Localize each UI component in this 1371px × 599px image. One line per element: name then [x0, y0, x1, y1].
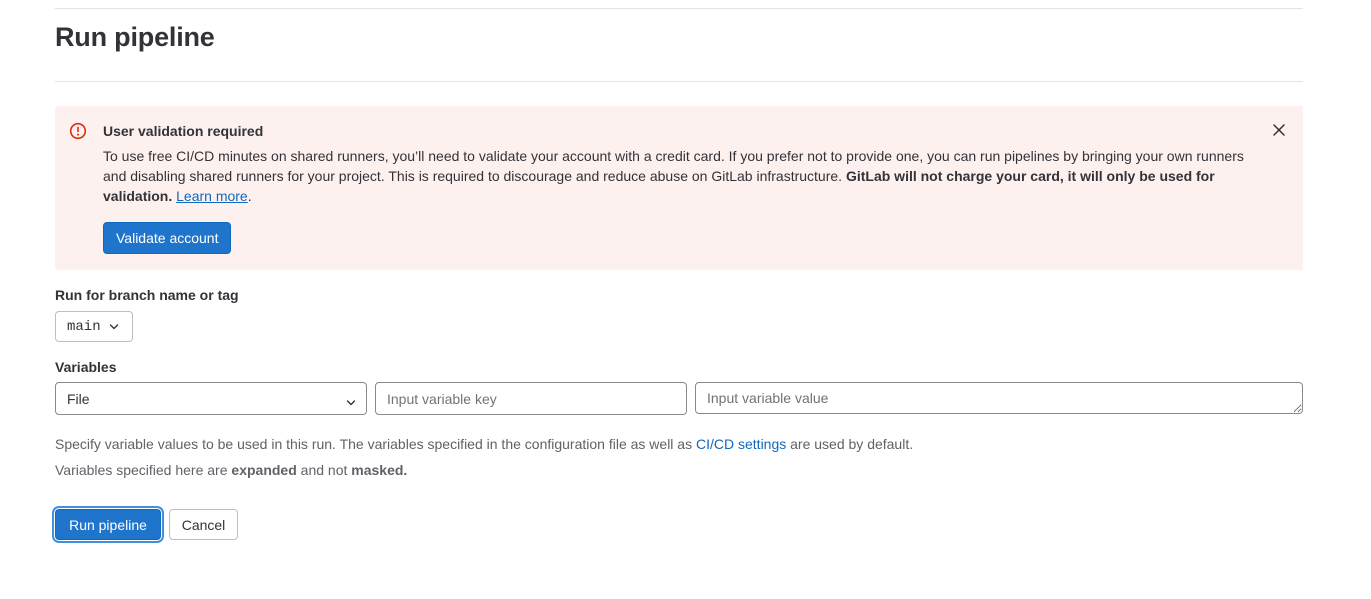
help-line1-trailing: are used by default.	[786, 436, 914, 452]
cancel-button[interactable]: Cancel	[169, 509, 238, 540]
ci-cd-settings-link[interactable]: CI/CD settings	[696, 436, 786, 452]
variables-help-line2: Variables specified here are expanded an…	[55, 462, 407, 478]
variables-help-line1: Specify variable values to be used in th…	[55, 436, 913, 452]
title-divider	[55, 81, 1303, 82]
validate-account-button[interactable]: Validate account	[103, 222, 232, 254]
help-line1-text: Specify variable values to be used in th…	[55, 436, 696, 452]
alert-title: User validation required	[103, 123, 264, 139]
variables-label: Variables	[55, 359, 117, 375]
variable-value-input[interactable]	[695, 382, 1303, 414]
page-title: Run pipeline	[55, 22, 215, 52]
variable-type-selected: File	[67, 390, 90, 407]
user-validation-alert: User validation required To use free CI/…	[55, 106, 1303, 270]
branch-label: Run for branch name or tag	[55, 287, 239, 303]
branch-dropdown[interactable]: main	[55, 311, 133, 342]
help-line2-mid: and not	[296, 462, 352, 478]
help-line2-pre: Variables specified here are	[55, 462, 232, 478]
help-line2-masked: masked.	[351, 462, 408, 478]
alert-body: To use free CI/CD minutes on shared runn…	[103, 146, 1263, 206]
help-line2-expanded: expanded	[231, 462, 297, 478]
chevron-down-icon	[109, 323, 119, 331]
close-icon[interactable]	[1269, 120, 1289, 140]
variable-type-select[interactable]: File	[55, 382, 367, 415]
chevron-down-icon	[346, 394, 356, 410]
variable-key-input[interactable]	[375, 382, 687, 415]
run-pipeline-button[interactable]: Run pipeline	[55, 509, 161, 540]
error-icon	[69, 122, 87, 140]
branch-selected: main	[67, 318, 101, 335]
alert-body-trailing: .	[247, 188, 252, 204]
top-divider	[55, 8, 1303, 9]
learn-more-link[interactable]: Learn more	[176, 188, 248, 204]
